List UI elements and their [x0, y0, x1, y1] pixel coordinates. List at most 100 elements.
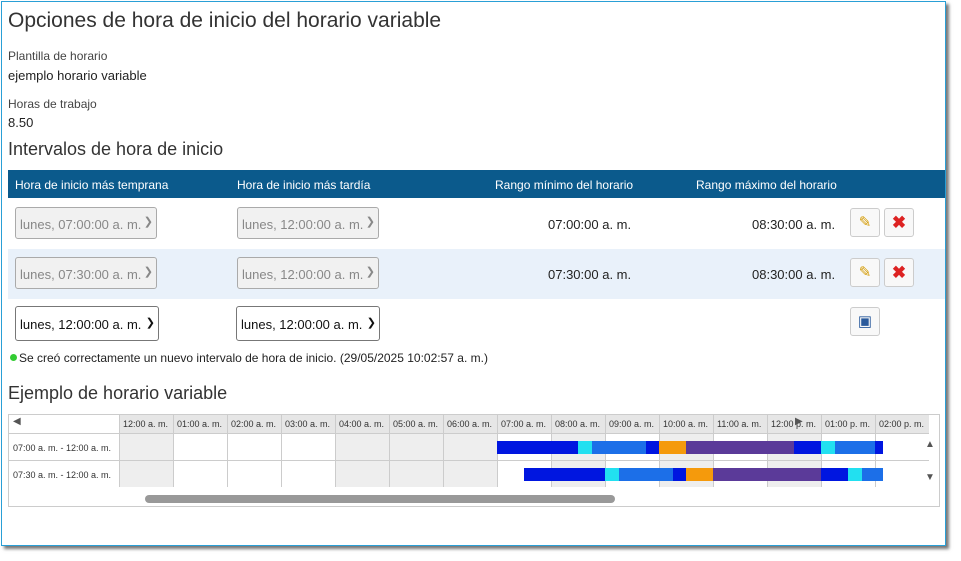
hour-cell: [281, 433, 335, 460]
interval-row: lunes, 07:00:00 a. m. ❯ lunes, 12:00:00 a…: [8, 199, 945, 249]
hour-header: 11:00 a. m.: [713, 415, 767, 433]
max-range-value: 08:30:00 a. m.: [752, 217, 836, 232]
hour-cell: [389, 460, 443, 487]
schedule-bar-segment: [672, 468, 686, 481]
success-dot-icon: [10, 354, 17, 361]
col-min-range[interactable]: Rango mínimo del horario: [495, 178, 633, 192]
template-label: Plantilla de horario: [8, 49, 108, 63]
hour-cell: [281, 460, 335, 487]
hour-header: 03:00 a. m.: [281, 415, 335, 433]
min-range-value: 07:30:00 a. m.: [548, 267, 632, 282]
hours-label: Horas de trabajo: [8, 97, 97, 111]
example-title: Ejemplo de horario variable: [8, 383, 228, 403]
window-frame: Opciones de hora de inicio del horario v…: [1, 1, 946, 546]
schedule-bar-segment: [848, 468, 862, 481]
hour-header: 06:00 a. m.: [443, 415, 497, 433]
chevron-down-icon: ❯: [365, 216, 375, 228]
pencil-icon: ✎: [858, 214, 872, 231]
schedule-bar-segment: [591, 441, 646, 454]
hour-cell: [875, 460, 929, 487]
new-interval-row: lunes, 12:00:00 a. m. ❯ lunes, 12:00:00 a…: [8, 299, 945, 349]
schedule-bar-segment: [713, 468, 821, 481]
new-earliest-select[interactable]: lunes, 12:00:00 a. m. ❯: [15, 306, 159, 341]
hour-cell: [875, 433, 929, 460]
intervals-title: Intervalos de hora de inicio: [8, 139, 224, 159]
schedule-bar-segment: [524, 468, 605, 481]
hour-cell: [227, 433, 281, 460]
scrollbar-thumb[interactable]: [145, 495, 615, 503]
col-earliest[interactable]: Hora de inicio más temprana: [15, 178, 168, 192]
status-text: Se creó correctamente un nuevo intervalo…: [19, 351, 488, 365]
hour-cell: [173, 460, 227, 487]
hour-header: 04:00 a. m.: [335, 415, 389, 433]
col-max-range[interactable]: Rango máximo del horario: [696, 178, 837, 192]
schedule-bar-segment: [605, 468, 619, 481]
new-latest-select[interactable]: lunes, 12:00:00 a. m. ❯: [236, 306, 380, 341]
min-range-value: 07:00:00 a. m.: [548, 217, 632, 232]
latest-select[interactable]: lunes, 12:00:00 a. m. ❯: [237, 257, 379, 289]
scroll-up-icon[interactable]: ▲: [925, 439, 935, 450]
schedule-bar-segment: [821, 468, 848, 481]
earliest-select[interactable]: lunes, 07:30:00 a. m. ❯: [15, 257, 157, 289]
horizontal-scrollbar[interactable]: [123, 491, 923, 505]
schedule-bar-segment: [645, 441, 659, 454]
schedule-bar-segment: [794, 441, 821, 454]
schedule-bar-segment: [875, 441, 884, 454]
row-label: 07:30 a. m. - 12:00 a. m.: [9, 460, 119, 487]
chevron-down-icon: ❯: [143, 266, 153, 278]
schedule-bar-segment: [578, 441, 592, 454]
chevron-down-icon: ❯: [366, 317, 376, 329]
hour-cell: [173, 433, 227, 460]
schedule-bar-segment: [497, 441, 578, 454]
delete-button[interactable]: ✖: [884, 208, 914, 237]
interval-row: lunes, 07:30:00 a. m. ❯ lunes, 12:00:00 a…: [8, 249, 945, 299]
hour-header: 08:00 a. m.: [551, 415, 605, 433]
schedule-bar-segment: [659, 441, 686, 454]
save-icon: ▣: [857, 313, 873, 330]
pencil-icon: ✎: [858, 264, 872, 281]
hours-value: 8.50: [8, 115, 34, 130]
schedule-example-grid: 12:00 a. m. 01:00 a. m. 02:00 a. m. 03:00 a…: [8, 414, 940, 507]
intervals-grid-header: Hora de inicio más temprana Hora de inic…: [8, 170, 945, 198]
chevron-down-icon: ❯: [365, 266, 375, 278]
hour-header: 12:00 a. m.: [119, 415, 173, 433]
chevron-down-icon: ❯: [143, 216, 153, 228]
hour-header: 12:00 p. m.: [767, 415, 821, 433]
hour-cell: [389, 433, 443, 460]
chevron-down-icon: ❯: [145, 317, 155, 329]
col-latest[interactable]: Hora de inicio más tardía: [237, 178, 370, 192]
scroll-right-icon[interactable]: ▶: [795, 416, 803, 427]
close-icon: ✖: [891, 213, 907, 232]
hour-cell: [227, 460, 281, 487]
row-label: 07:00 a. m. - 12:00 a. m.: [9, 433, 119, 460]
hour-cell: [335, 460, 389, 487]
hour-cell: [443, 433, 497, 460]
schedule-bar-segment: [686, 441, 794, 454]
schedule-bar-segment: [821, 441, 835, 454]
hour-cell: [119, 433, 173, 460]
page-title: Opciones de hora de inicio del horario v…: [8, 9, 442, 32]
latest-select[interactable]: lunes, 12:00:00 a. m. ❯: [237, 207, 379, 239]
hour-header: 01:00 p. m.: [821, 415, 875, 433]
edit-button[interactable]: ✎: [850, 208, 880, 237]
template-value: ejemplo horario variable: [8, 68, 147, 83]
hour-header: 07:00 a. m.: [497, 415, 551, 433]
close-icon: ✖: [891, 263, 907, 282]
schedule-bar-segment: [861, 468, 884, 481]
hour-header: 02:00 a. m.: [227, 415, 281, 433]
delete-button[interactable]: ✖: [884, 258, 914, 287]
hour-header: 01:00 a. m.: [173, 415, 227, 433]
scroll-left-icon[interactable]: ◀: [13, 416, 21, 427]
hour-header: 05:00 a. m.: [389, 415, 443, 433]
hour-cell: [335, 433, 389, 460]
hour-cell: [119, 460, 173, 487]
schedule-bar-segment: [686, 468, 713, 481]
earliest-select[interactable]: lunes, 07:00:00 a. m. ❯: [15, 207, 157, 239]
hour-cell: [443, 460, 497, 487]
edit-button[interactable]: ✎: [850, 258, 880, 287]
schedule-bar-segment: [834, 441, 875, 454]
save-button[interactable]: ▣: [850, 307, 880, 336]
schedule-bar-segment: [618, 468, 673, 481]
scroll-down-icon[interactable]: ▼: [925, 472, 935, 483]
hour-header: 09:00 a. m.: [605, 415, 659, 433]
